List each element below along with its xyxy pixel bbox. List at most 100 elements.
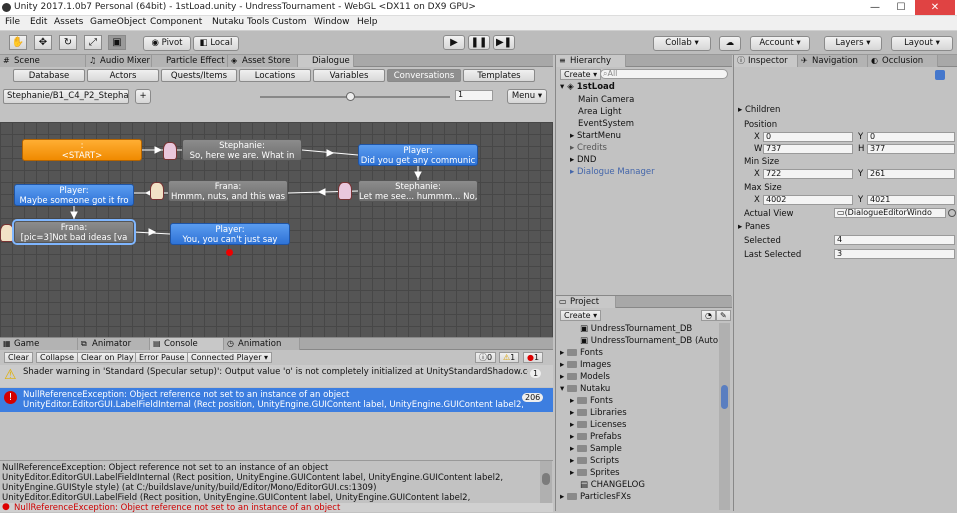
panes-foldout[interactable]: ▸ Panes <box>738 222 770 232</box>
tab-audio-mixer[interactable]: ♫ Audio Mixer <box>86 55 152 67</box>
start-node[interactable]: : <START> <box>22 139 142 161</box>
min-x-field[interactable]: 722 <box>763 169 853 179</box>
children-foldout[interactable]: ▸ Children <box>738 105 780 115</box>
max-x-field[interactable]: 4002 <box>763 195 853 205</box>
tab-conversations[interactable]: Conversations <box>387 69 461 82</box>
layers-button[interactable]: Layers ▾ <box>824 36 882 51</box>
tab-scene[interactable]: # Scene <box>0 55 86 67</box>
project-folder[interactable]: ▸ Fonts <box>570 396 613 406</box>
project-folder[interactable]: ▸ ParticlesFXs <box>560 492 631 502</box>
last-selected-field[interactable]: 3 <box>834 249 955 259</box>
minimize-button[interactable]: — <box>862 0 888 15</box>
max-y-field[interactable]: 4021 <box>867 195 955 205</box>
conversation-selector[interactable]: Stephanie/B1_C4_P2_Stephait <box>3 89 129 104</box>
project-folder[interactable]: ▸ Fonts <box>560 348 603 358</box>
hierarchy-item[interactable]: ▸ StartMenu <box>570 131 621 141</box>
zoom-slider-track[interactable] <box>260 96 450 98</box>
step-button[interactable]: ▶❚ <box>493 35 515 50</box>
close-button[interactable]: ✕ <box>915 0 955 15</box>
maximize-button[interactable]: ☐ <box>888 0 914 15</box>
project-folder[interactable]: ▸ Images <box>560 360 611 370</box>
scale-tool-icon[interactable]: ⤢ <box>84 35 102 50</box>
local-button[interactable]: ◧ Local <box>193 36 239 51</box>
menu-help[interactable]: Help <box>357 17 378 27</box>
player-node-3[interactable]: Player: You, you can't just say <box>170 223 290 245</box>
position-y-field[interactable]: 0 <box>867 132 955 142</box>
hierarchy-search-input[interactable]: ⌕All <box>600 69 728 79</box>
tab-console[interactable]: ▤ Console <box>150 338 224 350</box>
rect-tool-icon[interactable]: ▣ <box>108 35 126 50</box>
tab-navigation[interactable]: ✈ Navigation <box>798 55 868 67</box>
clear-button[interactable]: Clear <box>4 352 33 363</box>
tab-game[interactable]: ▦ Game <box>0 338 78 350</box>
project-folder[interactable]: ▸ Sprites <box>570 468 620 478</box>
project-scrollbar-thumb[interactable] <box>721 385 728 409</box>
play-button[interactable]: ▶ <box>443 35 465 50</box>
hierarchy-item[interactable]: Main Camera <box>578 95 634 105</box>
cloud-icon[interactable]: ☁ <box>719 36 741 51</box>
log-row-warning[interactable]: ⚠ Shader warning in 'Standard (Specular … <box>0 365 553 387</box>
hand-tool-icon[interactable]: ✋ <box>9 35 27 50</box>
rotate-tool-icon[interactable]: ↻ <box>59 35 77 50</box>
menu-nutaku-tools[interactable]: Nutaku Tools <box>212 17 269 27</box>
project-item[interactable]: ▣ UndressTournament_DB <box>580 324 692 334</box>
object-picker-icon[interactable] <box>948 209 956 217</box>
tab-database[interactable]: Database <box>13 69 85 82</box>
stephanie-node-2[interactable]: Stephanie: Let me see... hummm... No, <box>358 180 478 202</box>
detail-scrollbar[interactable] <box>540 461 552 503</box>
project-folder[interactable]: ▾ Nutaku <box>560 384 610 394</box>
menu-assets[interactable]: Assets <box>54 17 83 27</box>
project-label-icon[interactable]: ✎ <box>716 310 731 321</box>
add-conversation-button[interactable]: + <box>135 89 151 104</box>
menu-window[interactable]: Window <box>314 17 350 27</box>
menu-custom[interactable]: Custom <box>272 17 306 27</box>
info-filter-button[interactable]: ⓘ0 <box>475 352 497 363</box>
tab-inspector[interactable]: ⓘ Inspector <box>734 55 798 67</box>
zoom-slider-thumb[interactable] <box>346 92 355 101</box>
menu-file[interactable]: File <box>5 17 20 27</box>
menu-component[interactable]: Component <box>150 17 202 27</box>
hierarchy-item[interactable]: ▸ Credits <box>570 143 607 153</box>
collab-button[interactable]: Collab ▾ <box>653 36 711 51</box>
project-folder[interactable]: ▸ Sample <box>570 444 622 454</box>
frana-node-2[interactable]: Frana: [pic=3]Not bad ideas [va <box>14 221 134 243</box>
collapse-button[interactable]: Collapse <box>36 352 78 363</box>
pause-button[interactable]: ❚❚ <box>468 35 490 50</box>
menu-edit[interactable]: Edit <box>30 17 47 27</box>
hierarchy-item[interactable]: EventSystem <box>578 119 634 129</box>
project-scrollbar[interactable] <box>719 323 730 510</box>
layout-button[interactable]: Layout ▾ <box>891 36 953 51</box>
tab-actors[interactable]: Actors <box>87 69 159 82</box>
player-node-2[interactable]: Player: Maybe someone got it fro <box>14 184 134 206</box>
clear-on-play-button[interactable]: Clear on Play <box>77 352 138 363</box>
selected-field[interactable]: 4 <box>834 235 955 245</box>
connected-player-dropdown[interactable]: Connected Player ▾ <box>187 352 273 363</box>
menu-gameobject[interactable]: GameObject <box>90 17 146 27</box>
tab-particle-effect[interactable]: Particle Effect <box>152 55 228 67</box>
hierarchy-create-button[interactable]: Create ▾ <box>560 69 602 80</box>
tab-animation[interactable]: ◷ Animation <box>224 338 300 350</box>
tab-variables[interactable]: Variables <box>313 69 385 82</box>
project-item[interactable]: ▣ UndressTournament_DB (Auto <box>580 336 720 346</box>
project-folder[interactable]: ▸ Licenses <box>570 420 626 430</box>
tab-asset-store[interactable]: ◈ Asset Store <box>228 55 298 67</box>
node-canvas[interactable]: : <START> Stephanie: So, here we are. What… <box>0 122 553 338</box>
project-create-button[interactable]: Create ▾ <box>560 310 602 321</box>
scene-root[interactable]: ▾ ◈ 1stLoad <box>560 82 615 92</box>
project-folder[interactable]: ▸ Prefabs <box>570 432 622 442</box>
actual-view-field[interactable]: ▭(DialogueEditorWindo <box>834 208 946 218</box>
error-filter-button[interactable]: ●1 <box>523 352 544 363</box>
hierarchy-item[interactable]: ▸ Dialogue Manager <box>570 167 655 177</box>
error-pause-button[interactable]: Error Pause <box>135 352 189 363</box>
player-node-1[interactable]: Player: Did you get any communic <box>358 144 478 166</box>
project-filter-icon[interactable]: ◔ <box>701 310 716 321</box>
tab-templates[interactable]: Templates <box>463 69 535 82</box>
project-folder[interactable]: ▸ Models <box>560 372 610 382</box>
tab-project[interactable]: ▭ Project <box>556 296 616 308</box>
project-folder[interactable]: ▸ Scripts <box>570 456 619 466</box>
stephanie-node-1[interactable]: Stephanie: So, here we are. What in <box>182 139 302 161</box>
tab-hierarchy[interactable]: ≡ Hierarchy <box>556 55 626 67</box>
lock-icon[interactable] <box>935 70 945 80</box>
min-y-field[interactable]: 261 <box>867 169 955 179</box>
warning-filter-button[interactable]: ⚠1 <box>499 352 520 363</box>
